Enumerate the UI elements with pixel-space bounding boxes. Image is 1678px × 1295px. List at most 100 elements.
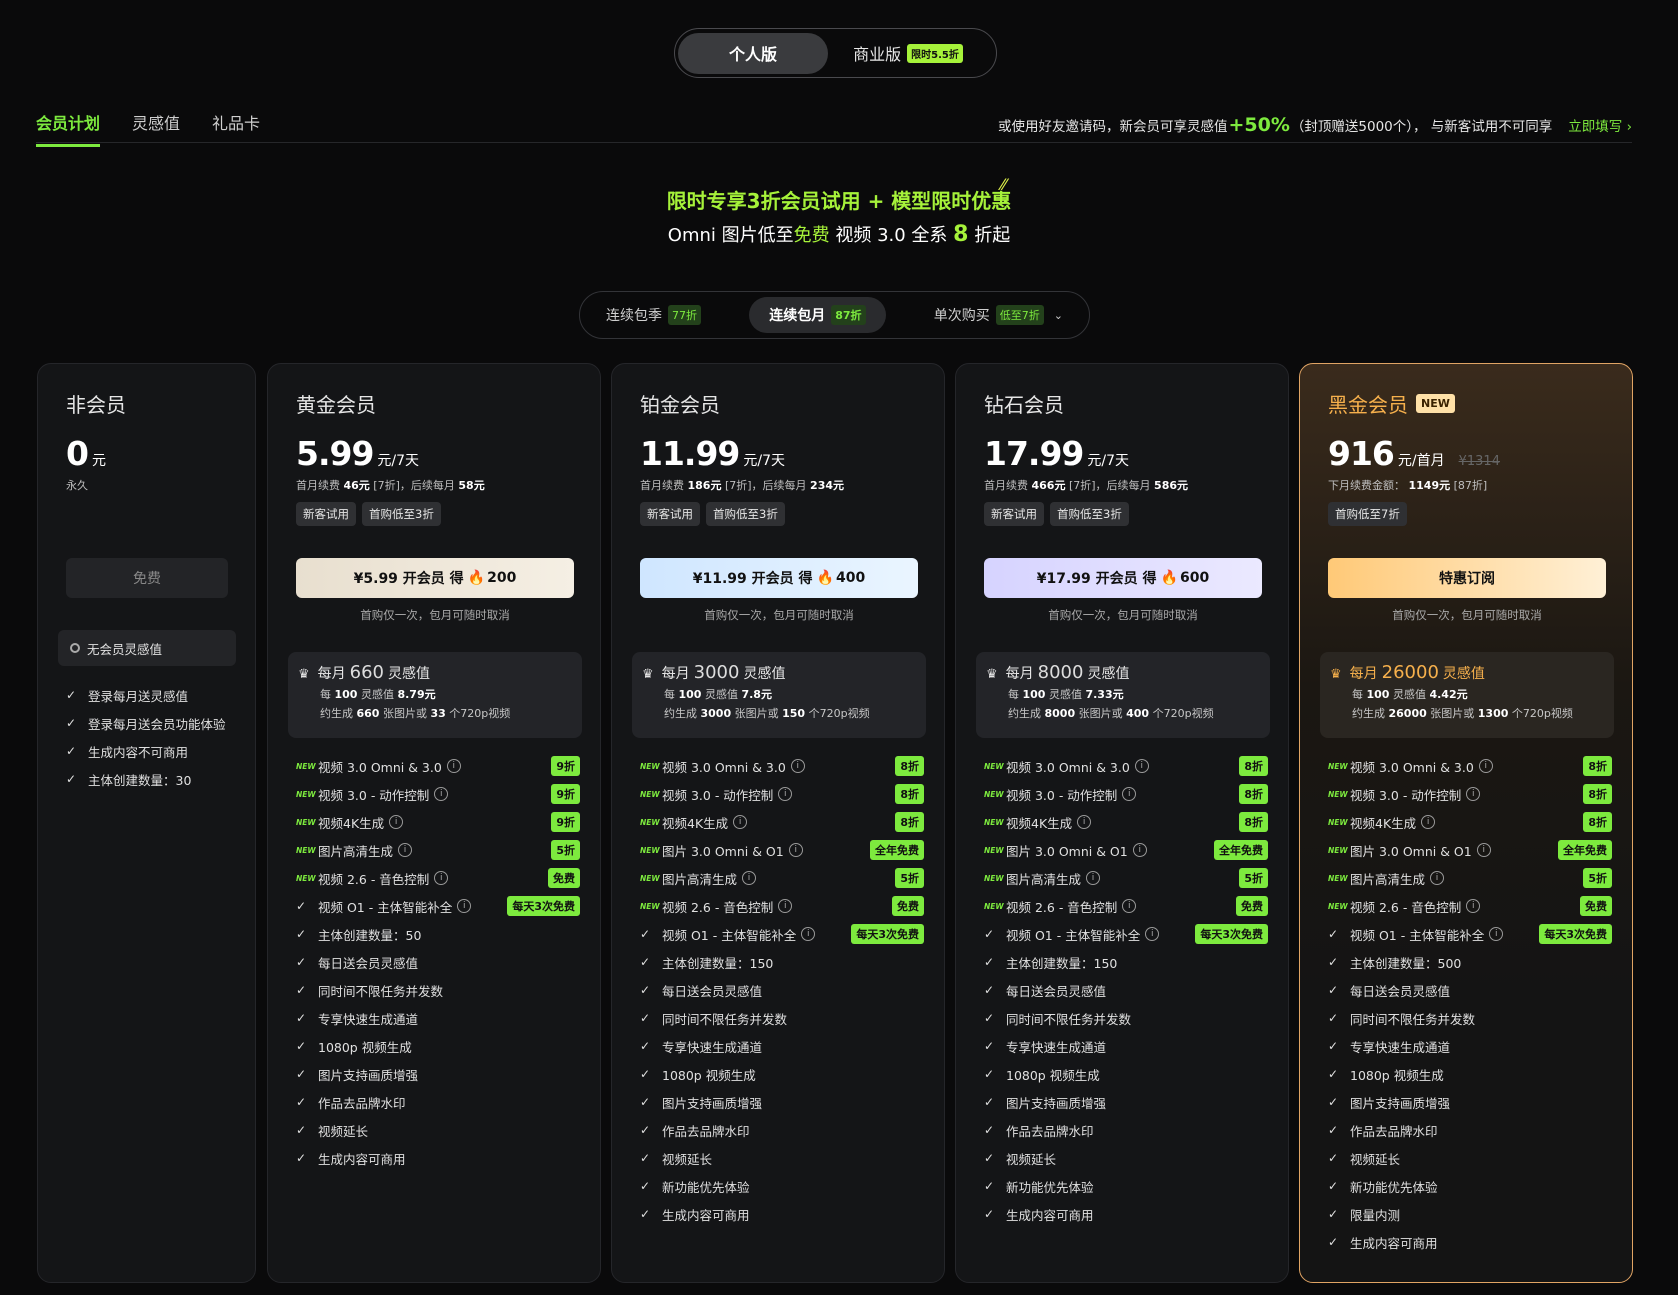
info-icon[interactable]: i [1122, 899, 1137, 913]
feature-label: 生成内容可商用 [1006, 1207, 1094, 1223]
info-icon[interactable]: i [778, 899, 793, 913]
gen-text: 约生成 [1352, 707, 1389, 720]
billing-quarterly[interactable]: 连续包季 77折 [586, 297, 721, 333]
free-button[interactable]: 免费 [66, 558, 228, 598]
monthly-credits: ♛ 每月 8000 灵感值 [986, 662, 1260, 683]
new-tag: NEW [1328, 901, 1348, 911]
feature-item: ✓ 同时间不限任务并发数 [1328, 1004, 1612, 1032]
gen-text: 约生成 [664, 707, 701, 720]
info-icon[interactable]: i [434, 787, 449, 801]
feature-item: NEW 图片高清生成 i 5折 [984, 864, 1268, 892]
info-icon[interactable]: i [1489, 927, 1504, 941]
credit-price-num: 100 [678, 688, 702, 701]
bonus-credits: 600 [1179, 570, 1210, 586]
plan-tag: 新客试用 [296, 502, 356, 526]
monthly-label: 每月 [317, 666, 346, 682]
renewal-text: 下月续费金额： [1328, 479, 1409, 492]
info-icon[interactable]: i [1430, 871, 1445, 885]
check-icon: ✓ [1328, 983, 1339, 997]
crown-icon: ♛ [642, 667, 654, 682]
credits-unit: 灵感值 [743, 666, 786, 682]
subscribe-button[interactable]: ¥11.99 开会员 得 🔥 400 [640, 558, 918, 598]
credits-amount: 3000 [693, 662, 740, 683]
check-icon: ✓ [1328, 955, 1339, 969]
info-icon[interactable]: i [788, 843, 803, 857]
subscribe-button[interactable]: ¥17.99 开会员 得 🔥 600 [984, 558, 1262, 598]
monthly-label: 每月 [1349, 666, 1378, 682]
fill-invite-code-link[interactable]: 立即填写 › [1568, 115, 1632, 135]
billing-cycle-selector: 连续包季 77折 连续包月 87折 单次购买 低至7折 ⌄ [579, 291, 1090, 339]
info-icon[interactable]: i [778, 787, 793, 801]
feature-label: 视频 3.0 Omni & 3.0 [662, 759, 786, 775]
business-edition-button[interactable]: 商业版 限时5.5折 [828, 33, 988, 74]
price-value: 17.99 [984, 434, 1084, 473]
check-icon: ✓ [984, 1179, 995, 1193]
info-icon[interactable]: i [1132, 843, 1147, 857]
feature-item: ✓ 图片支持画质增强 [1328, 1088, 1612, 1116]
info-icon[interactable]: i [742, 871, 757, 885]
info-icon[interactable]: i [1134, 759, 1149, 773]
feature-label: 图片支持画质增强 [318, 1067, 419, 1083]
monthly-credits-box: ♛ 每月 3000 灵感值 每 100 灵感值 7.8元 约生成 3000 张图… [632, 652, 926, 738]
info-icon[interactable]: i [1086, 871, 1101, 885]
check-icon: ✓ [296, 899, 307, 913]
info-icon[interactable]: i [398, 843, 413, 857]
feature-discount-badge: 8折 [1239, 812, 1268, 832]
feature-item: NEW 视频 3.0 Omni & 3.0 i 8折 [640, 752, 924, 780]
info-icon[interactable]: i [1478, 759, 1493, 773]
feature-discount-badge: 8折 [895, 756, 924, 776]
subscribe-button[interactable]: 特惠订阅 [1328, 558, 1606, 598]
check-icon: ✓ [984, 1207, 995, 1221]
gen-text: 张图片或 [1075, 707, 1127, 720]
plan-duration: 永久 [66, 479, 88, 492]
monthly-credits-box: ♛ 每月 26000 灵感值 每 100 灵感值 4.42元 约生成 26000… [1320, 652, 1614, 738]
feature-item: ✓ 视频延长 [984, 1144, 1268, 1172]
feature-label: 限量内测 [1350, 1207, 1401, 1223]
info-icon[interactable]: i [1476, 843, 1491, 857]
subscribe-button[interactable]: ¥5.99 开会员 得 🔥 200 [296, 558, 574, 598]
promo-subline: Omni 图片低至免费 视频 3.0 全系 8 折起 [0, 221, 1678, 247]
feature-item: NEW 视频 2.6 - 音色控制 i 免费 [1328, 892, 1612, 920]
info-icon[interactable]: i [1466, 787, 1481, 801]
check-icon: ✓ [640, 1123, 651, 1137]
info-icon[interactable]: i [457, 899, 472, 913]
check-icon: ✓ [984, 1039, 995, 1053]
info-icon[interactable]: i [733, 815, 748, 829]
feature-item: ✓ 作品去品牌水印 [640, 1116, 924, 1144]
new-tag: NEW [640, 845, 660, 855]
info-icon[interactable]: i [790, 759, 805, 773]
check-icon: ✓ [640, 1179, 651, 1193]
info-icon[interactable]: i [1077, 815, 1092, 829]
info-icon[interactable]: i [446, 759, 461, 773]
feature-item: ✓ 1080p 视频生成 [640, 1060, 924, 1088]
plan-title: 黑金会员 NEW [1328, 389, 1455, 418]
plan-tags: 首购低至7折 [1328, 502, 1407, 526]
feature-discount-badge: 5折 [1583, 868, 1612, 888]
feature-item: ✓ 生成内容不可商用 [66, 737, 226, 765]
feature-label: 主体创建数量：50 [318, 927, 422, 943]
circle-icon [70, 643, 80, 653]
billing-monthly[interactable]: 连续包月 87折 [749, 297, 886, 333]
gen-text: 张图片或 [731, 707, 783, 720]
info-icon[interactable]: i [801, 927, 816, 941]
credit-price-num: 100 [1022, 688, 1046, 701]
info-icon[interactable]: i [434, 871, 449, 885]
feature-discount-badge: 8折 [1239, 756, 1268, 776]
gen-text: 约生成 [320, 707, 357, 720]
info-icon[interactable]: i [1122, 787, 1137, 801]
feature-item: ✓ 作品去品牌水印 [1328, 1116, 1612, 1144]
personal-edition-button[interactable]: 个人版 [678, 32, 828, 74]
info-icon[interactable]: i [1145, 927, 1160, 941]
feature-item: ✓ 图片支持画质增强 [640, 1088, 924, 1116]
feature-label: 生成内容可商用 [662, 1207, 750, 1223]
feature-label: 1080p 视频生成 [1006, 1067, 1100, 1083]
feature-item: NEW 图片 3.0 Omni & O1 i 全年免费 [640, 836, 924, 864]
info-icon[interactable]: i [389, 815, 404, 829]
info-icon[interactable]: i [1466, 899, 1481, 913]
feature-item: NEW 视频 2.6 - 音色控制 i 免费 [984, 892, 1268, 920]
feature-label: 同时间不限任务并发数 [662, 1011, 788, 1027]
plan-tags: 新客试用 首购低至3折 [640, 502, 785, 526]
feature-label: 视频 O1 - 主体智能补全 [1006, 927, 1141, 943]
billing-single-purchase[interactable]: 单次购买 低至7折 ⌄ [914, 297, 1083, 333]
info-icon[interactable]: i [1421, 815, 1436, 829]
